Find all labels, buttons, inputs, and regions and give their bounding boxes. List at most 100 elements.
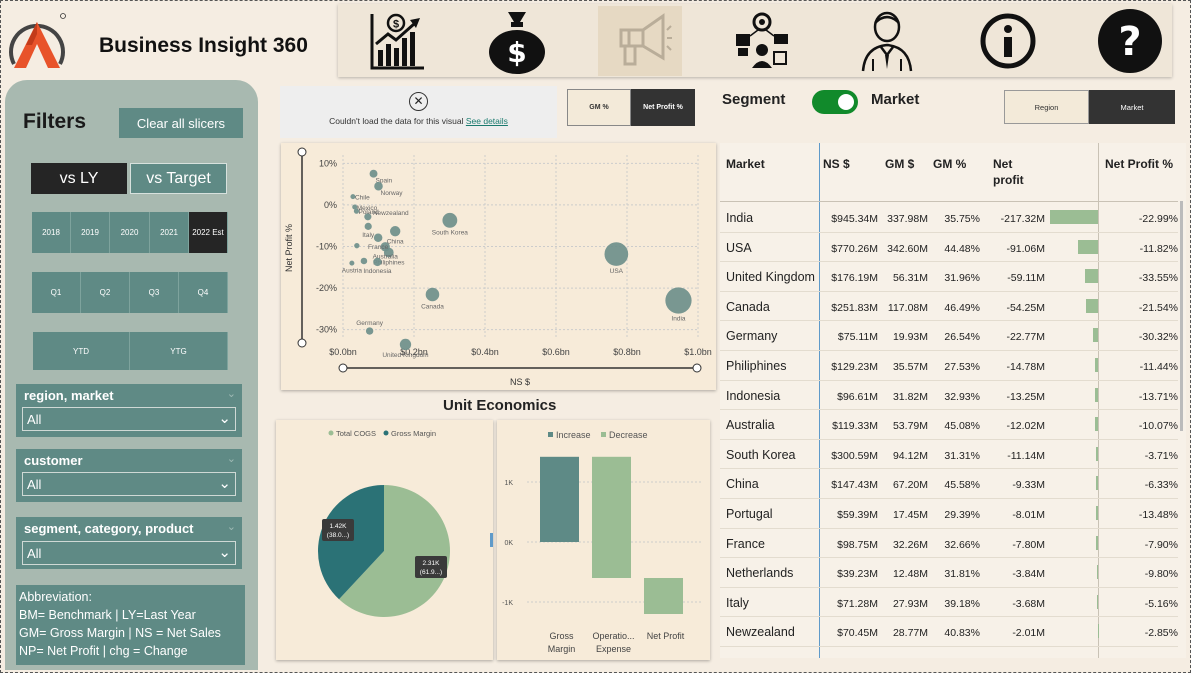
table-row[interactable]: Newzealand $70.45M 28.77M 40.83% -2.01M -2.85… xyxy=(720,617,1178,647)
header-divider xyxy=(720,201,1178,202)
table-row[interactable]: Australia $119.33M 53.79M 45.08% -12.02M -10.… xyxy=(720,410,1178,440)
net-profit-bar xyxy=(1092,328,1098,343)
table-cell: Philiphines xyxy=(726,359,787,373)
table-cell: -33.55% xyxy=(1138,272,1178,285)
q2-button[interactable]: Q2 xyxy=(81,272,130,313)
year-2019-button[interactable]: 2019 xyxy=(71,212,110,253)
q3-button[interactable]: Q3 xyxy=(130,272,179,313)
table-cell: France xyxy=(726,536,765,551)
data-label: 1.42K xyxy=(330,523,348,530)
gm-pct-button[interactable]: GM % xyxy=(567,89,631,126)
column-header[interactable]: NS $ xyxy=(823,156,850,172)
customer-slicer: customer ⌄ All ⌄ xyxy=(16,449,242,502)
table-row[interactable]: Netherlands $39.23M 12.48M 31.81% -3.84M -9.8… xyxy=(720,558,1178,588)
segment-market-toggle[interactable] xyxy=(812,90,858,114)
slicer-title: region, market xyxy=(24,388,114,403)
table-row[interactable]: Italy $71.28M 27.93M 39.18% -3.68M -5.16% xyxy=(720,588,1178,618)
table-row[interactable]: Indonesia $96.61M 31.82M 32.93% -13.25M -13.7… xyxy=(720,381,1178,411)
net-profit-bar xyxy=(1097,565,1098,580)
customer-dropdown[interactable]: All ⌄ xyxy=(22,472,236,496)
market-button[interactable]: Market xyxy=(1089,90,1175,124)
ytg-button[interactable]: YTG xyxy=(130,332,228,370)
x-tick-label: $0.8bn xyxy=(613,347,641,357)
help-icon[interactable]: ? xyxy=(1088,6,1172,76)
column-header[interactable]: Net profit xyxy=(993,156,1033,188)
table-cell: 31.81% xyxy=(944,568,980,581)
vs-ly-button[interactable]: vs LY xyxy=(31,163,127,194)
region-button[interactable]: Region xyxy=(1004,90,1089,124)
supply-chain-icon[interactable] xyxy=(720,6,804,76)
table-row[interactable]: Philiphines $129.23M 35.57M 27.53% -14.78M -1… xyxy=(720,351,1178,381)
abbreviation-title: Abbreviation: xyxy=(19,590,92,604)
table-cell: Australia xyxy=(726,418,775,433)
table-cell: $147.43M xyxy=(831,479,878,492)
executive-icon[interactable] xyxy=(845,6,929,76)
scatter-point xyxy=(665,287,692,314)
header: Business Insight 360 $ $ ? xyxy=(0,0,1191,78)
finance-view-icon[interactable]: $ xyxy=(354,6,438,76)
waterfall-bar xyxy=(592,456,631,578)
point-label: Norway xyxy=(381,190,404,197)
chevron-down-icon[interactable]: ⌄ xyxy=(227,387,236,400)
net-profit-pct-button[interactable]: Net Profit % xyxy=(631,89,695,126)
x-slider-handle xyxy=(692,363,702,373)
segment-dropdown[interactable]: All ⌄ xyxy=(22,541,236,565)
ytd-button[interactable]: YTD xyxy=(33,332,130,370)
table-row[interactable]: Portugal $59.39M 17.45M 29.39% -8.01M -13.48% xyxy=(720,499,1178,529)
atliq-logo-icon xyxy=(9,13,66,68)
money-bag-icon[interactable]: $ xyxy=(475,6,559,76)
net-profit-bar xyxy=(1086,298,1098,313)
q4-button[interactable]: Q4 xyxy=(179,272,228,313)
table-row[interactable]: South Korea $300.59M 94.12M 31.31% -11.14M -3… xyxy=(720,440,1178,470)
table-cell: 32.26M xyxy=(892,538,928,551)
megaphone-icon[interactable] xyxy=(598,6,682,76)
table-cell: -7.80M xyxy=(1012,538,1045,551)
table-cell: 67.20M xyxy=(892,479,928,492)
year-2021-button[interactable]: 2021 xyxy=(150,212,189,253)
error-message-text: Couldn't load the data for this visual xyxy=(329,116,464,126)
table-row[interactable]: China $147.43M 67.20M 45.58% -9.33M -6.33% xyxy=(720,469,1178,499)
table-row[interactable]: USA $770.26M 342.60M 44.48% -91.06M -11.82% xyxy=(720,233,1178,263)
point-label: Austria xyxy=(342,268,363,275)
table-row[interactable]: India $945.34M 337.98M 35.75% -217.32M -22.99… xyxy=(720,203,1178,233)
table-row[interactable]: Canada $251.83M 117.08M 46.49% -54.25M -21.54… xyxy=(720,292,1178,322)
point-label: Indonesia xyxy=(363,268,392,275)
info-icon[interactable] xyxy=(966,6,1050,76)
clear-slicers-button[interactable]: Clear all slicers xyxy=(119,108,243,138)
year-2022-est-button[interactable]: 2022 Est xyxy=(189,212,228,253)
column-header[interactable]: Net Profit % xyxy=(1105,156,1173,172)
vs-target-button[interactable]: vs Target xyxy=(130,163,227,194)
table-cell: $251.83M xyxy=(831,301,878,314)
q1-button[interactable]: Q1 xyxy=(32,272,81,313)
net-profit-bar xyxy=(1050,210,1098,224)
table-cell: -3.71% xyxy=(1144,449,1178,462)
legend-label: Increase xyxy=(556,430,591,440)
table-row[interactable]: Germany $75.11M 19.93M 26.54% -22.77M -30.32% xyxy=(720,321,1178,351)
chevron-down-icon[interactable]: ⌄ xyxy=(227,452,236,465)
column-header[interactable]: GM % xyxy=(933,156,966,172)
selection-marker xyxy=(490,533,493,547)
table-cell: $75.11M xyxy=(837,331,878,344)
legend-label: Total COGS xyxy=(336,429,376,438)
scatter-point xyxy=(373,233,383,243)
column-header[interactable]: GM $ xyxy=(885,156,914,172)
segment-label: Segment xyxy=(722,91,786,108)
point-label: India xyxy=(671,316,685,323)
region-market-dropdown[interactable]: All ⌄ xyxy=(22,407,236,431)
scatter-point xyxy=(365,327,374,335)
x-tick-label: Margin xyxy=(548,644,576,654)
see-details-link[interactable]: See details xyxy=(466,116,508,126)
svg-text:?: ? xyxy=(1118,19,1141,65)
table-cell: 342.60M xyxy=(887,242,928,255)
net-profit-bar xyxy=(1095,446,1098,461)
table-row[interactable]: United Kingdom $176.19M 56.31M 31.96% -59.11… xyxy=(720,262,1178,292)
column-header[interactable]: Market xyxy=(726,156,765,172)
y-tick-label: -10% xyxy=(316,242,337,252)
scatter-point xyxy=(354,243,360,249)
year-2020-button[interactable]: 2020 xyxy=(110,212,150,253)
scrollbar[interactable] xyxy=(1180,201,1183,431)
table-cell: 31.96% xyxy=(944,272,980,285)
table-row[interactable]: France $98.75M 32.26M 32.66% -7.80M -7.90% xyxy=(720,529,1178,559)
chevron-down-icon[interactable]: ⌄ xyxy=(227,520,236,533)
year-2018-button[interactable]: 2018 xyxy=(32,212,71,253)
